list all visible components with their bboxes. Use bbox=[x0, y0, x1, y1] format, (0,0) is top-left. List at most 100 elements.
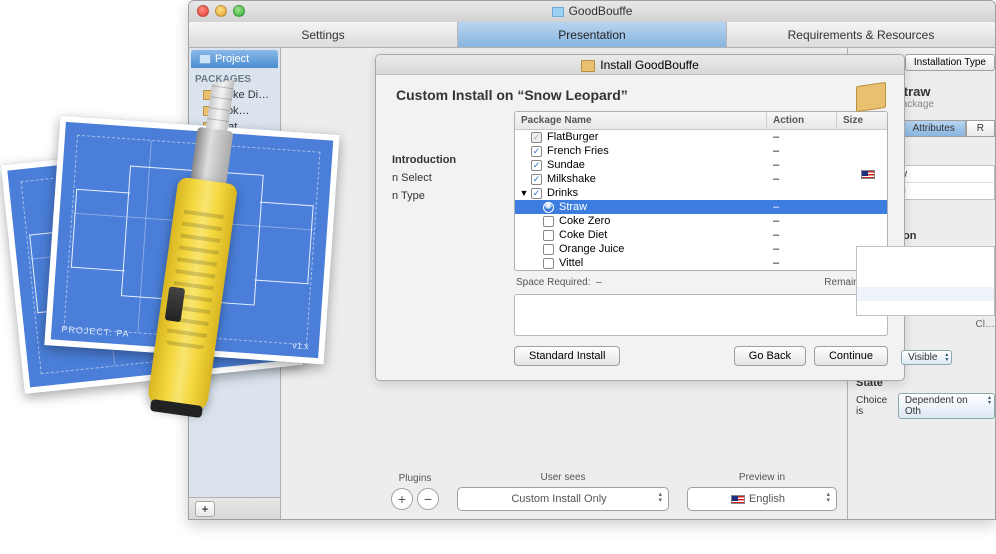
disclosure-icon[interactable]: ▼ bbox=[519, 188, 529, 198]
plugins-remove-button[interactable]: − bbox=[417, 488, 439, 510]
description-box[interactable] bbox=[856, 246, 995, 316]
checkbox[interactable] bbox=[543, 216, 554, 227]
user-sees-group: User sees Custom Install Only bbox=[457, 472, 669, 511]
state-prefix: Choice is bbox=[856, 395, 894, 417]
tab-attributes[interactable]: Attributes bbox=[902, 120, 966, 137]
main-body: Project PACKAGES Coke Di… Cok… Flat… Fre… bbox=[189, 48, 995, 519]
installer-title: Install GoodBouffe bbox=[376, 55, 904, 75]
installer-heading: Custom Install on “Snow Leopard” bbox=[392, 87, 888, 103]
table-header: Package Name Action Size bbox=[515, 112, 887, 130]
add-button[interactable]: + bbox=[195, 501, 215, 517]
close-icon[interactable] bbox=[197, 5, 209, 17]
row-label: Coke Zero bbox=[559, 215, 610, 227]
zoom-icon[interactable] bbox=[233, 5, 245, 17]
minimize-icon[interactable] bbox=[215, 5, 227, 17]
state-row: Choice is Dependent on Oth bbox=[856, 393, 995, 419]
table-row[interactable]: Milkshake – bbox=[515, 172, 887, 186]
installation-type-button[interactable]: Installation Type bbox=[905, 54, 995, 71]
center-area: Install GoodBouffe Custom Install on “Sn… bbox=[281, 48, 847, 519]
plugins-label: Plugins bbox=[391, 473, 439, 484]
installer-window: Install GoodBouffe Custom Install on “Sn… bbox=[375, 54, 905, 381]
toolbar-tabs: Settings Presentation Requirements & Res… bbox=[189, 22, 995, 48]
row-action: – bbox=[767, 159, 837, 171]
clear-link[interactable]: Cl… bbox=[976, 319, 995, 330]
checkbox[interactable] bbox=[531, 174, 542, 185]
preview-label: Preview in bbox=[687, 472, 837, 483]
step-introduction: Introduction bbox=[392, 151, 502, 169]
table-row[interactable]: Coke Zero – bbox=[515, 214, 887, 228]
row-action: – bbox=[767, 257, 837, 269]
row-action: – bbox=[767, 201, 837, 213]
bottom-controls: Plugins + − User sees Custom Install Onl… bbox=[391, 472, 837, 511]
sidebar: Project PACKAGES Coke Di… Cok… Flat… Fre… bbox=[189, 48, 281, 519]
checkbox[interactable] bbox=[543, 230, 554, 241]
step-type: n Type bbox=[392, 187, 502, 205]
table-row[interactable]: Coke Diet – bbox=[515, 228, 887, 242]
main-window: GoodBouffe Settings Presentation Require… bbox=[188, 0, 996, 520]
flag-us-icon bbox=[861, 170, 875, 179]
row-action: – bbox=[767, 243, 837, 255]
visibility-select[interactable]: Visible bbox=[901, 350, 952, 365]
sidebar-item[interactable]: Fre… bbox=[189, 135, 280, 151]
tab-requirements[interactable]: Requirements & Resources bbox=[727, 22, 995, 47]
go-back-button[interactable]: Go Back bbox=[734, 346, 806, 366]
selected-item: Straw Package bbox=[856, 84, 995, 110]
table-row[interactable]: ▼ Drinks bbox=[515, 186, 887, 200]
space-required: Space Required: – bbox=[516, 277, 602, 288]
row-action: – bbox=[767, 215, 837, 227]
preview-group: Preview in English bbox=[687, 472, 837, 511]
tab-presentation[interactable]: Presentation bbox=[458, 22, 727, 47]
installer-right: Package Name Action Size FlatBurger–Fren… bbox=[514, 111, 888, 366]
row-action: – bbox=[767, 229, 837, 241]
standard-install-button[interactable]: Standard Install bbox=[514, 346, 620, 366]
user-sees-select[interactable]: Custom Install Only bbox=[457, 487, 669, 511]
notes-textarea[interactable] bbox=[514, 294, 888, 336]
folder-icon bbox=[552, 7, 564, 17]
table-row[interactable]: French Fries – bbox=[515, 144, 887, 158]
checkbox[interactable] bbox=[531, 146, 542, 157]
sidebar-item[interactable]: Cok… bbox=[189, 103, 280, 119]
blueprint-caption: PROJECT: PA bbox=[61, 324, 130, 339]
row-label: Milkshake bbox=[547, 173, 596, 185]
plugins-group: Plugins + − bbox=[391, 473, 439, 510]
gear-icon bbox=[543, 202, 554, 213]
plugins-add-button[interactable]: + bbox=[391, 488, 413, 510]
row-label: Coke Diet bbox=[559, 229, 607, 241]
sidebar-item[interactable]: Flat… bbox=[189, 119, 280, 135]
preview-select[interactable]: English bbox=[687, 487, 837, 511]
state-select[interactable]: Dependent on Oth bbox=[898, 393, 995, 419]
row-label: Orange Juice bbox=[559, 243, 624, 255]
checkbox[interactable] bbox=[543, 258, 554, 269]
sidebar-item[interactable]: Coke Di… bbox=[189, 87, 280, 103]
tab-other[interactable]: R bbox=[966, 120, 995, 137]
installer-steps: Introduction n Select n Type bbox=[392, 111, 502, 366]
table-row[interactable]: Sundae – bbox=[515, 158, 887, 172]
state-section: State Choice is Dependent on Oth bbox=[856, 377, 995, 419]
row-label: Vittel bbox=[559, 257, 583, 269]
flag-us-icon bbox=[731, 495, 745, 504]
row-label: Sundae bbox=[547, 159, 585, 171]
tab-settings[interactable]: Settings bbox=[189, 22, 458, 47]
checkbox[interactable] bbox=[543, 244, 554, 255]
checkbox[interactable] bbox=[531, 160, 542, 171]
user-sees-label: User sees bbox=[457, 472, 669, 483]
window-title: GoodBouffe bbox=[569, 4, 633, 18]
table-row[interactable]: Orange Juice – bbox=[515, 242, 887, 256]
continue-button[interactable]: Continue bbox=[814, 346, 888, 366]
row-label: French Fries bbox=[547, 145, 609, 157]
package-icon bbox=[856, 82, 886, 112]
checkbox[interactable] bbox=[531, 188, 542, 199]
installer-buttons: Standard Install Go Back Continue bbox=[514, 346, 888, 366]
sidebar-heading: PACKAGES bbox=[189, 68, 280, 87]
checkbox bbox=[531, 132, 542, 143]
row-action: – bbox=[767, 131, 837, 143]
table-row[interactable]: FlatBurger– bbox=[515, 130, 887, 144]
package-table: Package Name Action Size FlatBurger–Fren… bbox=[514, 111, 888, 271]
row-label: Drinks bbox=[547, 187, 578, 199]
table-row[interactable]: Vittel – bbox=[515, 256, 887, 270]
row-label: Straw bbox=[559, 201, 587, 213]
row-action: – bbox=[767, 145, 837, 157]
table-row[interactable]: Straw – bbox=[515, 200, 887, 214]
sidebar-project-tab[interactable]: Project bbox=[191, 50, 278, 68]
row-action: – bbox=[767, 173, 837, 185]
